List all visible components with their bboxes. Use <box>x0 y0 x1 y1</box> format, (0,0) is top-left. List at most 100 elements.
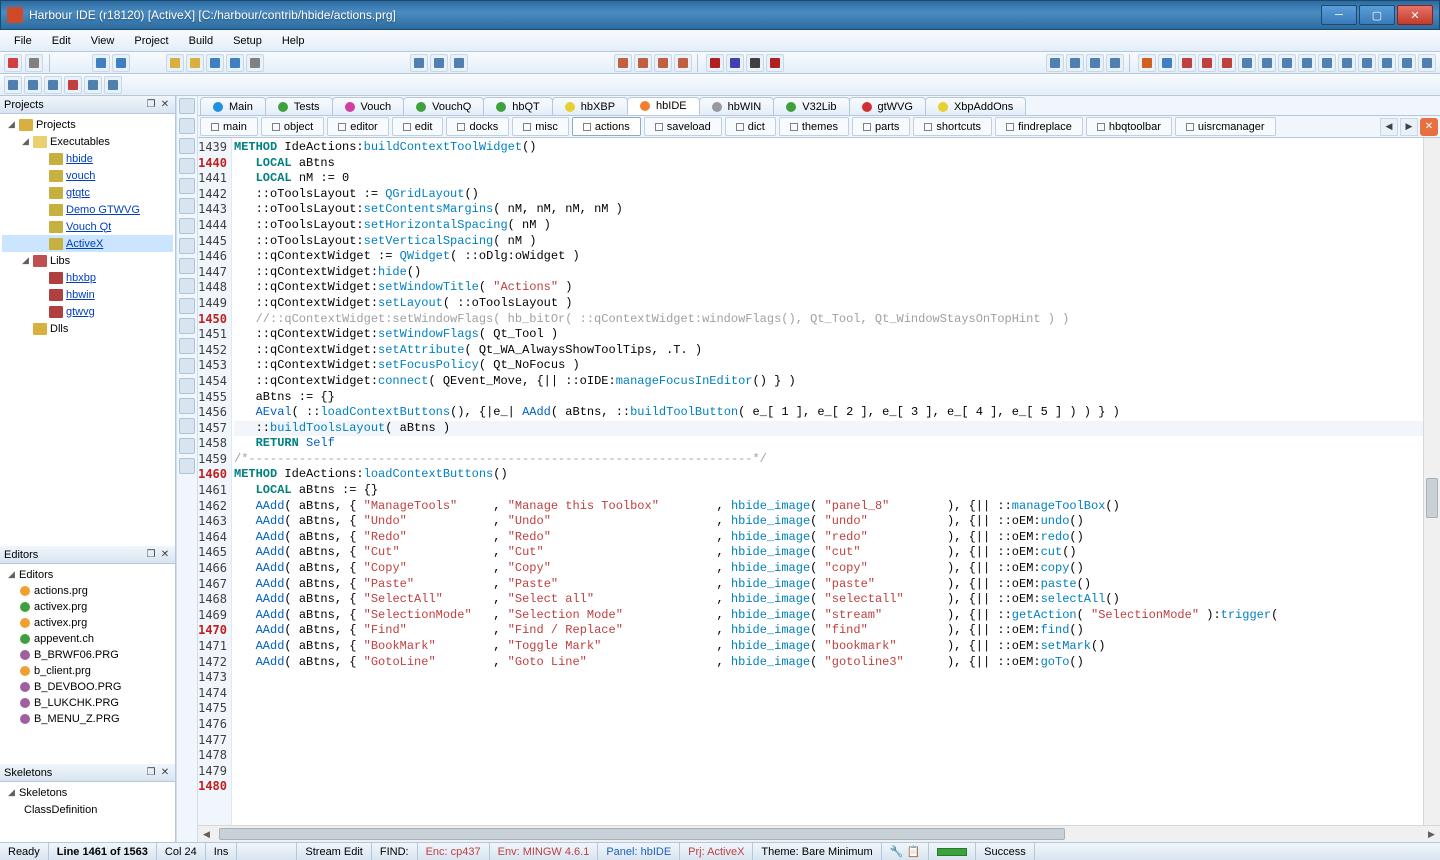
menu-setup[interactable]: Setup <box>223 32 272 50</box>
menu-file[interactable]: File <box>4 32 42 50</box>
file-tab-dict[interactable]: dict <box>725 117 776 136</box>
misc-button-5[interactable] <box>1318 54 1336 72</box>
header-button[interactable] <box>1158 54 1176 72</box>
project-tree-item[interactable]: gtqtc <box>2 184 173 201</box>
misc-button-1[interactable] <box>1238 54 1256 72</box>
gutter-icon[interactable] <box>179 238 195 254</box>
dropdown-button[interactable] <box>25 54 43 72</box>
file-tab-findreplace[interactable]: findreplace <box>995 117 1083 136</box>
file-tab-hbqtoolbar[interactable]: hbqtoolbar <box>1086 117 1172 136</box>
help-button[interactable] <box>1138 54 1156 72</box>
panel-float-icon[interactable]: ❐ <box>145 99 157 111</box>
misc-button-2[interactable] <box>1258 54 1276 72</box>
sec-btn-6[interactable] <box>104 76 122 94</box>
project-tree-item[interactable]: ◢Libs <box>2 252 173 269</box>
gutter-icon[interactable] <box>179 178 195 194</box>
panel-tab-hbide[interactable]: hbIDE <box>627 97 700 115</box>
misc-button-4[interactable] <box>1298 54 1316 72</box>
project-tree-item[interactable]: hbxbp <box>2 269 173 286</box>
misc-button-9[interactable] <box>1398 54 1416 72</box>
project-tree-item[interactable]: Dlls <box>2 320 173 337</box>
panel-tab-gtwvg[interactable]: gtWVG <box>849 97 926 115</box>
editor-list-item[interactable]: B_DEVBOO.PRG <box>2 679 173 695</box>
skeletons-item[interactable]: ClassDefinition <box>2 801 173 818</box>
build-button-3[interactable] <box>654 54 672 72</box>
gutter-icon[interactable] <box>179 218 195 234</box>
editor-list-item[interactable]: b_client.prg <box>2 663 173 679</box>
new-file-button[interactable] <box>166 54 184 72</box>
redo-button[interactable] <box>112 54 130 72</box>
misc-button-6[interactable] <box>1338 54 1356 72</box>
skeletons-root[interactable]: ◢Skeletons <box>2 784 173 801</box>
gutter-icon[interactable] <box>179 198 195 214</box>
project-tree-item[interactable]: Demo GTWVG <box>2 201 173 218</box>
gutter-icon[interactable] <box>179 98 195 114</box>
tool-button-a[interactable] <box>410 54 428 72</box>
project-tree-item[interactable]: Vouch Qt <box>2 218 173 235</box>
panel-float-icon[interactable]: ❐ <box>145 549 157 561</box>
editors-root[interactable]: ◢Editors <box>2 566 173 583</box>
gutter-icon[interactable] <box>179 358 195 374</box>
panel-close-icon[interactable]: ✕ <box>159 767 171 779</box>
panel-tab-tests[interactable]: Tests <box>265 97 333 115</box>
minimize-button[interactable]: ─ <box>1321 5 1357 25</box>
project-tree-item[interactable]: hbide <box>2 150 173 167</box>
panel-tab-hbqt[interactable]: hbQT <box>483 97 553 115</box>
view-button-1[interactable] <box>1046 54 1064 72</box>
panel-tab-vouch[interactable]: Vouch <box>332 97 405 115</box>
panel-tab-xbpaddons[interactable]: XbpAddOns <box>925 97 1026 115</box>
code-editor[interactable]: 1439144014411442144314441445144614471448… <box>198 138 1440 825</box>
editor-list-item[interactable]: B_MENU_Z.PRG <box>2 711 173 727</box>
gutter-icon[interactable] <box>179 378 195 394</box>
file-tab-edit[interactable]: edit <box>392 117 444 136</box>
project-tree-item[interactable]: vouch <box>2 167 173 184</box>
gutter-icon[interactable] <box>179 138 195 154</box>
project-tree-item[interactable]: ◢Executables <box>2 133 173 150</box>
gutter-icon[interactable] <box>179 438 195 454</box>
sec-btn-1[interactable] <box>4 76 22 94</box>
gutter-icon[interactable] <box>179 338 195 354</box>
panel-close-icon[interactable]: ✕ <box>159 99 171 111</box>
file-tab-misc[interactable]: misc <box>512 117 569 136</box>
fn-button-2[interactable] <box>1198 54 1216 72</box>
menu-build[interactable]: Build <box>179 32 223 50</box>
misc-button-3[interactable] <box>1278 54 1296 72</box>
editor-list-item[interactable]: actions.prg <box>2 583 173 599</box>
file-tab-docks[interactable]: docks <box>446 117 509 136</box>
project-tree-item[interactable]: ◢Projects <box>2 116 173 133</box>
fn-button-3[interactable] <box>1218 54 1236 72</box>
file-tab-editor[interactable]: editor <box>327 117 389 136</box>
gutter-icon[interactable] <box>179 118 195 134</box>
stop-button[interactable] <box>4 54 22 72</box>
tool-button-b[interactable] <box>430 54 448 72</box>
build-button-2[interactable] <box>634 54 652 72</box>
menu-view[interactable]: View <box>81 32 125 50</box>
editor-list-item[interactable]: B_BRWF06.PRG <box>2 647 173 663</box>
build-button-5[interactable] <box>706 54 724 72</box>
build-button-7[interactable] <box>746 54 764 72</box>
file-tab-saveload[interactable]: saveload <box>644 117 722 136</box>
build-button-8[interactable] <box>766 54 784 72</box>
build-button-4[interactable] <box>674 54 692 72</box>
gutter-icon[interactable] <box>179 318 195 334</box>
horizontal-scrollbar[interactable]: ◀▶ <box>198 825 1440 842</box>
view-button-3[interactable] <box>1086 54 1104 72</box>
menu-help[interactable]: Help <box>272 32 315 50</box>
file-tab-uisrcmanager[interactable]: uisrcmanager <box>1175 117 1276 136</box>
tabs-prev-button[interactable]: ◀ <box>1380 118 1398 136</box>
view-button-4[interactable] <box>1106 54 1124 72</box>
editor-list-item[interactable]: B_LUKCHK.PRG <box>2 695 173 711</box>
undo-button[interactable] <box>92 54 110 72</box>
gutter-icon[interactable] <box>179 258 195 274</box>
panel-tab-vouchq[interactable]: VouchQ <box>403 97 484 115</box>
file-tab-actions[interactable]: actions <box>572 117 641 136</box>
file-tab-object[interactable]: object <box>261 117 324 136</box>
misc-button-8[interactable] <box>1378 54 1396 72</box>
panel-tab-v32lib[interactable]: V32Lib <box>773 97 849 115</box>
tool-button-c[interactable] <box>450 54 468 72</box>
view-button-2[interactable] <box>1066 54 1084 72</box>
sec-btn-2[interactable] <box>24 76 42 94</box>
project-tree-item[interactable]: gtwvg <box>2 303 173 320</box>
print-button[interactable] <box>246 54 264 72</box>
project-tree-item[interactable]: ActiveX <box>2 235 173 252</box>
